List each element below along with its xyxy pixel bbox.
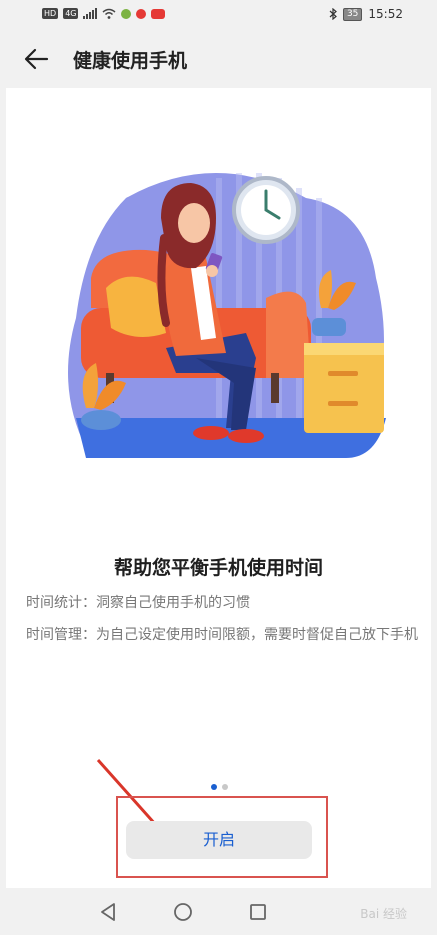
page-dot bbox=[222, 784, 228, 790]
main-content: 帮助您平衡手机使用时间 时间统计：洞察自己使用手机的习惯 时间管理：为自己设定使… bbox=[6, 88, 431, 888]
recents-square-icon[interactable] bbox=[246, 900, 270, 924]
headline: 帮助您平衡手机使用时间 bbox=[113, 557, 323, 579]
arrow-left-icon[interactable] bbox=[22, 44, 52, 74]
description-time-management: 时间管理：为自己设定使用时间限额，需要时督促自己放下手机 bbox=[26, 627, 418, 643]
status-time: 15:52 bbox=[368, 7, 403, 21]
page-indicator bbox=[211, 784, 228, 790]
app-notification-icon bbox=[121, 8, 132, 19]
status-bar: HD 4G 35 15:52 bbox=[0, 0, 437, 30]
wifi-icon bbox=[103, 8, 116, 19]
woman-on-sofa-illustration bbox=[68, 173, 386, 458]
page-title: 健康使用手机 bbox=[73, 50, 188, 72]
app-notification-icon bbox=[136, 8, 147, 19]
network-badge: 4G bbox=[63, 8, 79, 19]
description-time-stats: 时间统计：洞察自己使用手机的习惯 bbox=[26, 595, 250, 611]
start-button[interactable]: 开启 bbox=[126, 821, 312, 859]
battery-icon: 35 bbox=[342, 7, 363, 21]
app-notification-icon bbox=[151, 8, 166, 19]
hd-badge: HD bbox=[42, 8, 59, 19]
bluetooth-icon bbox=[329, 8, 337, 20]
signal-icon bbox=[83, 8, 98, 19]
watermark: Bai 经验 bbox=[360, 907, 407, 921]
page-dot-active bbox=[211, 784, 217, 790]
status-left-icons: HD 4G bbox=[42, 8, 166, 19]
home-circle-icon[interactable] bbox=[171, 900, 195, 924]
status-right-icons: 35 15:52 bbox=[329, 7, 403, 21]
app-header: 健康使用手机 bbox=[0, 30, 437, 88]
back-triangle-icon[interactable] bbox=[96, 900, 120, 924]
